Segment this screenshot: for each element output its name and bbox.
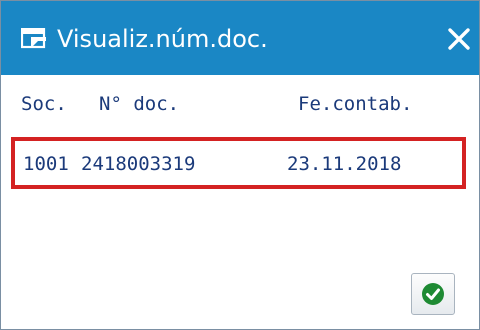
ok-button[interactable] xyxy=(411,273,455,315)
column-header-company: Soc. xyxy=(21,93,67,115)
dialog-title: Visualiz.núm.doc. xyxy=(57,25,268,53)
dialog-content: Soc. N° doc. Fe.contab. 1001 2418003319 … xyxy=(1,75,479,329)
display-icon xyxy=(20,27,47,50)
close-icon[interactable] xyxy=(443,23,475,55)
checkmark-icon xyxy=(422,283,444,305)
cell-company: 1001 xyxy=(23,153,69,175)
cell-document-number: 2418003319 xyxy=(81,153,196,175)
table-row[interactable]: 1001 2418003319 23.11.2018 xyxy=(11,137,466,189)
title-bar: Visualiz.núm.doc. xyxy=(1,1,479,75)
column-header-posting-date: Fe.contab. xyxy=(298,93,413,115)
dialog-window: Visualiz.núm.doc. Soc. N° doc. Fe.contab… xyxy=(0,0,480,330)
column-header-document-number: N° doc. xyxy=(99,93,180,115)
cell-posting-date: 23.11.2018 xyxy=(287,153,402,175)
